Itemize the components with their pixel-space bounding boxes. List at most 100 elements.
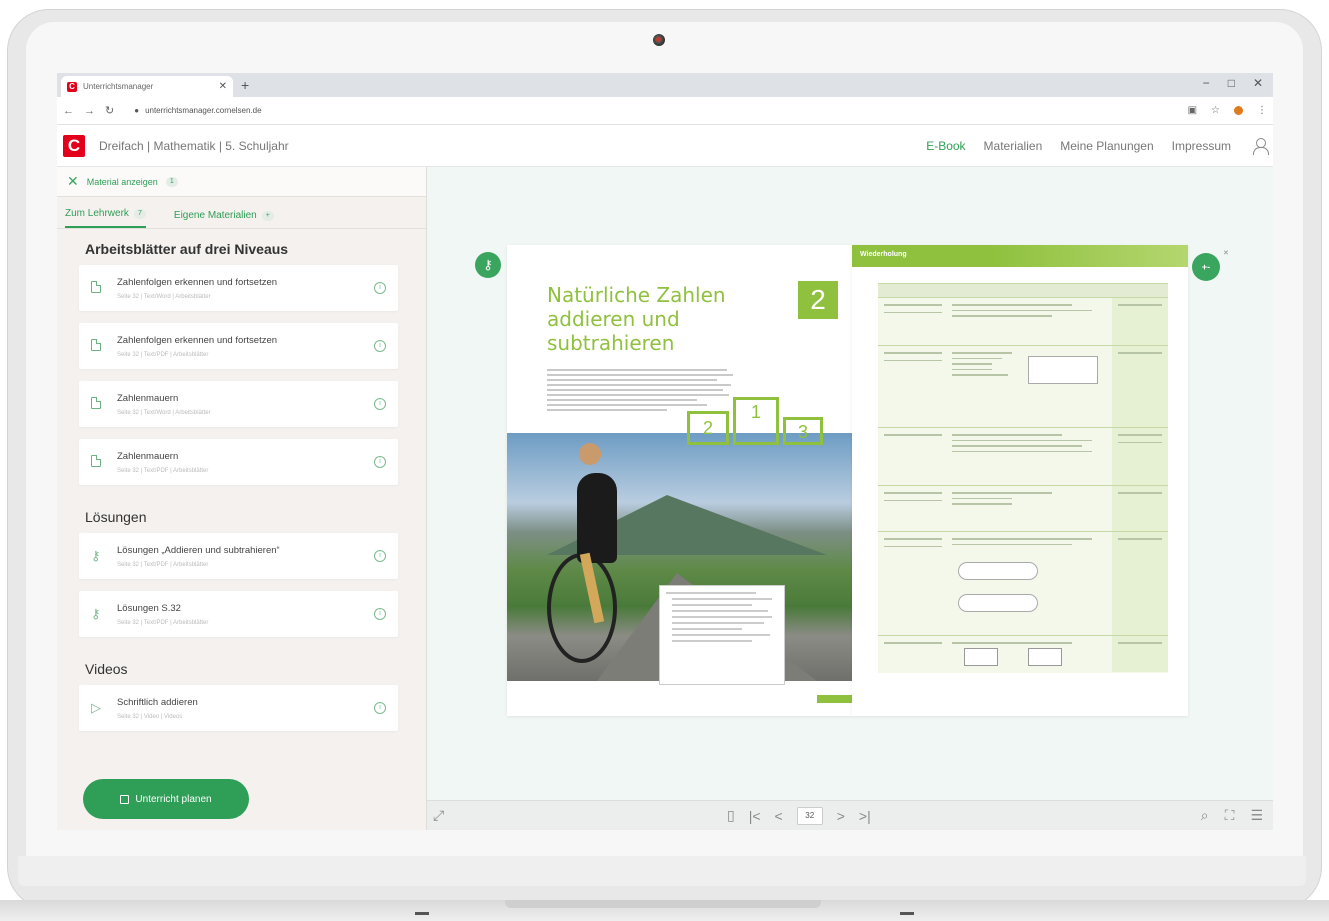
add-material-badge: + bbox=[261, 210, 274, 221]
item-meta: Seite 32 | Text/PDF | Arbeitsblätter bbox=[117, 351, 209, 358]
search-icon[interactable]: ⌕ bbox=[1201, 807, 1209, 824]
reload-icon[interactable]: ↻ bbox=[105, 104, 114, 117]
calendar-icon bbox=[120, 794, 130, 804]
viewer-tools: ⌕ ⛶ ☰ bbox=[1201, 807, 1263, 824]
close-window-icon[interactable]: ✕ bbox=[1253, 76, 1263, 90]
main-nav: E-Book Materialien Meine Planungen Impre… bbox=[926, 137, 1269, 155]
ebook-page-right[interactable]: Wiederholung bbox=[852, 245, 1188, 716]
fullscreen-icon[interactable]: ⛶ bbox=[1225, 807, 1235, 824]
tab-eigene-materialien[interactable]: Eigene Materialien + bbox=[174, 210, 274, 228]
list-item[interactable]: Zahlenfolgen erkennen und fortsetzen Seit… bbox=[79, 323, 398, 369]
item-title: Zahlenfolgen erkennen und fortsetzen bbox=[117, 334, 278, 346]
profile-icon[interactable] bbox=[1234, 106, 1243, 115]
table-of-contents-icon[interactable]: ☰ bbox=[1250, 807, 1263, 824]
browser-tab[interactable]: C Unterrichtsmanager ✕ bbox=[61, 76, 233, 97]
review-header: Wiederholung bbox=[852, 245, 1188, 267]
item-title: Zahlenmauern bbox=[117, 450, 179, 462]
page-number-input[interactable]: 32 bbox=[796, 806, 823, 825]
prev-page-icon[interactable]: < bbox=[775, 808, 783, 824]
star-icon[interactable]: ☆ bbox=[1211, 105, 1220, 116]
document-icon bbox=[91, 454, 117, 470]
forward-icon[interactable]: → bbox=[84, 105, 95, 117]
extension-icon[interactable]: ▣ bbox=[1188, 105, 1197, 116]
last-page-icon[interactable]: >| bbox=[859, 808, 871, 824]
tab-count-badge: 7 bbox=[133, 208, 146, 219]
material-count-badge: 1 bbox=[165, 176, 178, 187]
solutions-key-button[interactable]: ⚷ bbox=[475, 252, 501, 278]
menu-dots-icon[interactable]: ⋮ bbox=[1257, 105, 1267, 116]
nav-materialien[interactable]: Materialien bbox=[984, 139, 1043, 153]
section-heading-arbeitsblaetter: Arbeitsblätter auf drei Niveaus bbox=[85, 241, 289, 257]
unterricht-planen-button[interactable]: Unterricht planen bbox=[83, 779, 249, 819]
item-title: Zahlenfolgen erkennen und fortsetzen bbox=[117, 276, 278, 288]
nav-impressum[interactable]: Impressum bbox=[1172, 139, 1231, 153]
maximize-icon[interactable]: □ bbox=[1228, 76, 1235, 90]
learning-goals-box bbox=[659, 585, 785, 685]
address-bar[interactable]: ● unterrichtsmanager.cornelsen.de bbox=[124, 102, 384, 120]
chapter-title: Natürliche Zahlen addieren und subtrahie… bbox=[547, 283, 726, 355]
list-item[interactable]: Zahlenfolgen erkennen und fortsetzen Seit… bbox=[79, 265, 398, 311]
item-meta: Seite 32 | Text/Word | Arbeitsblätter bbox=[117, 293, 211, 300]
item-meta: Seite 32 | Video | Videos bbox=[117, 713, 183, 720]
key-icon: ⚷ bbox=[91, 548, 101, 563]
info-icon[interactable]: i bbox=[374, 550, 386, 562]
product-title: Dreifach | Mathematik | 5. Schuljahr bbox=[99, 138, 289, 153]
close-tab-icon[interactable]: ✕ bbox=[219, 81, 227, 92]
minimize-icon[interactable]: − bbox=[1203, 76, 1210, 90]
webcam bbox=[653, 34, 665, 46]
browser-window: C Unterrichtsmanager ✕ + − □ ✕ ← → ↻ ● u… bbox=[57, 73, 1273, 830]
info-icon[interactable]: i bbox=[374, 456, 386, 468]
laptop-base bbox=[0, 900, 1329, 921]
document-icon bbox=[91, 396, 117, 412]
material-toggle[interactable]: ✕ Material anzeigen 1 bbox=[57, 167, 426, 197]
back-icon[interactable]: ← bbox=[63, 105, 74, 117]
podium-first: 1 bbox=[733, 397, 779, 445]
item-title: Lösungen „Addieren und subtrahieren“ bbox=[117, 544, 280, 556]
close-sidebar-icon[interactable]: ✕ bbox=[67, 173, 79, 190]
next-page-icon[interactable]: > bbox=[837, 808, 845, 824]
app-header: C Dreifach | Mathematik | 5. Schuljahr E… bbox=[57, 125, 1273, 167]
material-sidebar: ✕ Material anzeigen 1 Zum Lehrwerk 7 Eig… bbox=[57, 167, 427, 830]
window-controls: − □ ✕ bbox=[1203, 76, 1263, 90]
item-title: Schriftlich addieren bbox=[117, 696, 198, 708]
page-navigation: ▯ |< < 32 > >| bbox=[727, 806, 871, 825]
lock-icon: ● bbox=[134, 106, 140, 115]
info-icon[interactable]: i bbox=[374, 398, 386, 410]
first-page-icon[interactable]: |< bbox=[749, 808, 761, 824]
tab-title: Unterrichtsmanager bbox=[83, 82, 154, 91]
cornelsen-logo[interactable]: C bbox=[63, 134, 85, 157]
list-item[interactable]: ⚷ Lösungen S.32 Seite 32 | Text/PDF | Arb… bbox=[79, 591, 398, 637]
laptop-chin bbox=[18, 856, 1306, 886]
foot-left bbox=[415, 912, 429, 915]
tab-strip: C Unterrichtsmanager ✕ + − □ ✕ bbox=[57, 73, 1273, 97]
info-icon[interactable]: i bbox=[374, 282, 386, 294]
viewer-toolbar: ⤢ ▯ |< < 32 > >| ⌕ ⛶ ☰ bbox=[427, 800, 1273, 830]
item-meta: Seite 32 | Text/PDF | Arbeitsblätter bbox=[117, 467, 209, 474]
list-item[interactable]: ⚷ Lösungen „Addieren und subtrahieren“ Se… bbox=[79, 533, 398, 579]
nav-ebook[interactable]: E-Book bbox=[926, 139, 965, 153]
info-icon[interactable]: i bbox=[374, 608, 386, 620]
section-heading-loesungen: Lösungen bbox=[85, 509, 147, 525]
favicon-icon: C bbox=[67, 81, 77, 92]
document-icon bbox=[91, 280, 117, 296]
bookmark-icon[interactable]: ▯ bbox=[727, 807, 735, 824]
browser-toolbar: ← → ↻ ● unterrichtsmanager.cornelsen.de … bbox=[57, 97, 1273, 125]
math-tools-button[interactable]: +- bbox=[1192, 253, 1220, 281]
info-icon[interactable]: i bbox=[374, 340, 386, 352]
chapter-number: 2 bbox=[798, 281, 838, 319]
tab-zum-lehrwerk[interactable]: Zum Lehrwerk 7 bbox=[65, 208, 146, 228]
podium-second: 2 bbox=[687, 411, 729, 445]
new-tab-icon[interactable]: + bbox=[241, 77, 249, 93]
review-table bbox=[878, 283, 1168, 673]
section-heading-videos: Videos bbox=[85, 661, 128, 677]
list-item[interactable]: Zahlenmauern Seite 32 | Text/Word | Arbei… bbox=[79, 381, 398, 427]
close-tools-icon[interactable]: ✕ bbox=[1223, 249, 1229, 257]
collapse-icon[interactable]: ⤢ bbox=[433, 807, 444, 824]
ebook-page-left[interactable]: Natürliche Zahlen addieren und subtrahie… bbox=[507, 245, 852, 716]
nav-meine-planungen[interactable]: Meine Planungen bbox=[1060, 139, 1153, 153]
user-icon[interactable] bbox=[1253, 137, 1269, 155]
list-item[interactable]: ▷ Schriftlich addieren Seite 32 | Video |… bbox=[79, 685, 398, 731]
list-item[interactable]: Zahlenmauern Seite 32 | Text/PDF | Arbeit… bbox=[79, 439, 398, 485]
info-icon[interactable]: i bbox=[374, 702, 386, 714]
chapter-intro-text bbox=[547, 369, 737, 414]
